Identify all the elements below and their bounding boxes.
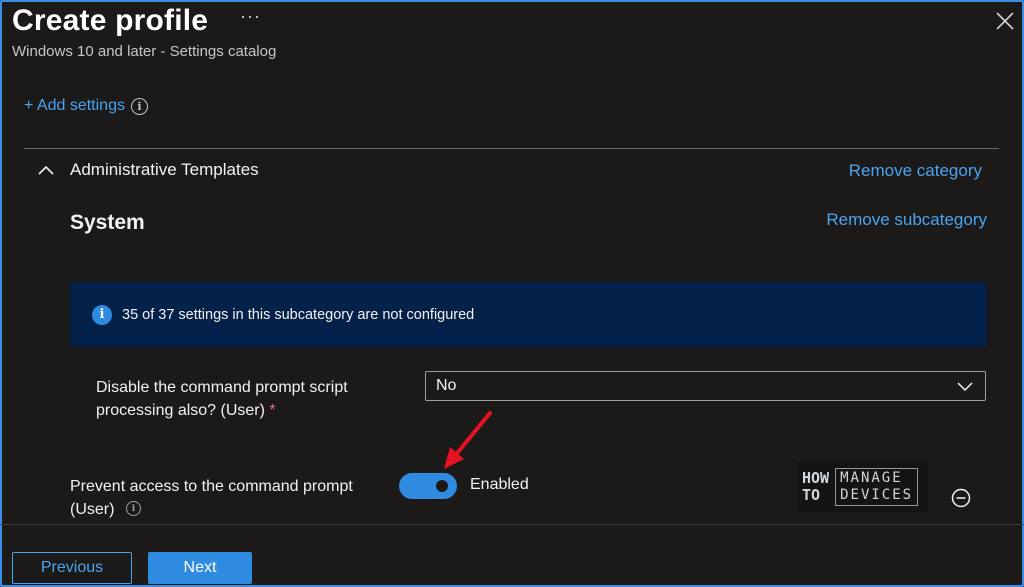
prevent-cmd-toggle[interactable] — [399, 473, 457, 499]
toggle-knob — [436, 480, 448, 492]
remove-category-link[interactable]: Remove category — [849, 161, 982, 181]
next-button[interactable]: Next — [148, 552, 252, 584]
info-banner: i 35 of 37 settings in this subcategory … — [70, 282, 987, 347]
subcategory-title: System — [70, 211, 145, 234]
setting-label-text: Disable the command prompt script proces… — [96, 379, 348, 419]
add-settings-label: + Add settings — [24, 97, 125, 114]
chevron-up-icon[interactable] — [36, 160, 56, 180]
page-title: Create profile — [12, 4, 209, 37]
add-settings-link[interactable]: + Add settings i — [24, 97, 148, 115]
script-processing-dropdown[interactable]: No — [425, 371, 986, 401]
required-marker: * — [269, 402, 276, 419]
logo-how-to: HOW TO — [802, 470, 829, 504]
toggle-state-label: Enabled — [470, 476, 529, 493]
close-icon[interactable] — [994, 10, 1016, 32]
setting-info-icon[interactable]: i — [126, 501, 141, 516]
dropdown-value: No — [436, 377, 457, 394]
footer-divider — [0, 524, 1024, 525]
setting-label-script-processing: Disable the command prompt script proces… — [96, 376, 396, 422]
setting-label-prevent-cmd: Prevent access to the command prompt (Us… — [70, 478, 353, 518]
category-name: Administrative Templates — [70, 160, 259, 179]
chevron-down-icon — [957, 382, 973, 392]
red-arrow-annotation — [444, 411, 492, 469]
more-options-button[interactable]: ··· — [240, 6, 261, 27]
logo-line-to: TO — [802, 486, 821, 504]
info-icon[interactable]: i — [130, 97, 148, 115]
section-divider — [24, 148, 999, 149]
watermark-logo: HOW TO MANAGE DEVICES — [798, 462, 928, 512]
info-icon: i — [92, 304, 112, 325]
logo-line-how: HOW — [802, 469, 830, 487]
category-header[interactable]: Administrative Templates — [36, 160, 259, 180]
info-banner-text: 35 of 37 settings in this subcategory ar… — [122, 306, 475, 323]
remove-setting-icon[interactable] — [951, 488, 971, 508]
logo-line-devices: DEVICES — [840, 487, 914, 503]
logo-box: MANAGE DEVICES — [835, 468, 919, 506]
remove-subcategory-link[interactable]: Remove subcategory — [826, 210, 987, 230]
previous-button[interactable]: Previous — [12, 552, 132, 584]
logo-line-manage: MANAGE — [840, 470, 903, 486]
page-subtitle: Windows 10 and later - Settings catalog — [12, 43, 277, 60]
